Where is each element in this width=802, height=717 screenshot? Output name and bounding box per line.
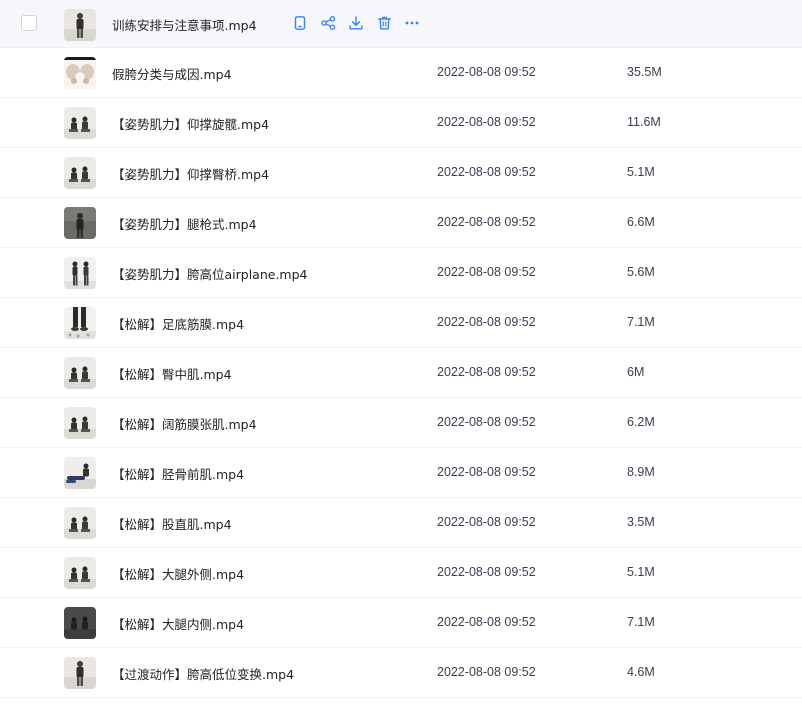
file-row[interactable]: 【姿势肌力】胯高位airplane.mp4 2022-08-08 09:52 5.6… (0, 248, 802, 298)
file-name[interactable]: 【松解】臀中肌.mp4 (112, 364, 232, 383)
video-thumbnail[interactable] (64, 307, 96, 339)
video-thumbnail[interactable] (64, 657, 96, 689)
modified-date: 2022-08-08 09:52 (437, 465, 536, 479)
file-row[interactable]: 【松解】臀中肌.mp4 2022-08-08 09:52 6M (0, 348, 802, 398)
video-thumbnail[interactable] (64, 9, 96, 41)
video-thumbnail[interactable] (64, 457, 96, 489)
file-row[interactable]: 【松解】胫骨前肌.mp4 2022-08-08 09:52 8.9M (0, 448, 802, 498)
file-name[interactable]: 【过渡动作】胯高低位变换.mp4 (112, 664, 294, 683)
file-row[interactable]: 【松解】大腿外侧.mp4 2022-08-08 09:52 5.1M (0, 548, 802, 598)
file-size: 5.1M (627, 565, 655, 579)
file-size: 6.6M (627, 215, 655, 229)
file-name[interactable]: 【松解】胫骨前肌.mp4 (112, 464, 244, 483)
file-size: 5.6M (627, 265, 655, 279)
file-name[interactable]: 训练安排与注意事项.mp4 (112, 15, 257, 34)
modified-date: 2022-08-08 09:52 (437, 265, 536, 279)
video-thumbnail[interactable] (64, 507, 96, 539)
file-name[interactable]: 【松解】大腿内侧.mp4 (112, 614, 244, 633)
modified-date: 2022-08-08 09:52 (437, 215, 536, 229)
modified-date: 2022-08-08 09:52 (437, 65, 536, 79)
file-size: 6.2M (627, 415, 655, 429)
phone-icon[interactable] (292, 14, 308, 32)
more-icon[interactable] (404, 14, 420, 32)
file-name[interactable]: 【松解】股直肌.mp4 (112, 514, 232, 533)
modified-date: 2022-08-08 09:52 (437, 615, 536, 629)
modified-date: 2022-08-08 09:52 (437, 315, 536, 329)
modified-date: 2022-08-08 09:52 (437, 415, 536, 429)
file-row[interactable]: 【松解】大腿内侧.mp4 2022-08-08 09:52 7.1M (0, 598, 802, 648)
file-list: 训练安排与注意事项.mp4 假胯分类与成因.mp4 2022-08-08 09:52… (0, 0, 802, 698)
video-thumbnail[interactable] (64, 557, 96, 589)
file-size: 6M (627, 365, 645, 379)
file-name[interactable]: 【姿势肌力】腿枪式.mp4 (112, 214, 257, 233)
file-row[interactable]: 【姿势肌力】仰撑旋髋.mp4 2022-08-08 09:52 11.6M (0, 98, 802, 148)
trash-icon[interactable] (376, 14, 392, 32)
file-name[interactable]: 假胯分类与成因.mp4 (112, 64, 232, 83)
file-name[interactable]: 【姿势肌力】仰撑臀桥.mp4 (112, 164, 269, 183)
video-thumbnail[interactable] (64, 157, 96, 189)
modified-date: 2022-08-08 09:52 (437, 665, 536, 679)
file-row[interactable]: 【过渡动作】胯高低位变换.mp4 2022-08-08 09:52 4.6M (0, 648, 802, 698)
download-icon[interactable] (348, 14, 364, 32)
file-name[interactable]: 【松解】大腿外侧.mp4 (112, 564, 244, 583)
file-size: 7.1M (627, 615, 655, 629)
file-size: 4.6M (627, 665, 655, 679)
file-name[interactable]: 【松解】足底筋膜.mp4 (112, 314, 244, 333)
video-thumbnail[interactable] (64, 257, 96, 289)
file-name[interactable]: 【姿势肌力】胯高位airplane.mp4 (112, 264, 308, 283)
file-size: 11.6M (627, 115, 661, 129)
modified-date: 2022-08-08 09:52 (437, 365, 536, 379)
row-actions (292, 14, 420, 32)
video-thumbnail[interactable] (64, 357, 96, 389)
file-size: 5.1M (627, 165, 655, 179)
file-row[interactable]: 【松解】股直肌.mp4 2022-08-08 09:52 3.5M (0, 498, 802, 548)
modified-date: 2022-08-08 09:52 (437, 115, 536, 129)
video-thumbnail[interactable] (64, 607, 96, 639)
file-row[interactable]: 【姿势肌力】仰撑臀桥.mp4 2022-08-08 09:52 5.1M (0, 148, 802, 198)
video-thumbnail[interactable] (64, 207, 96, 239)
video-thumbnail[interactable] (64, 57, 96, 89)
select-checkbox[interactable] (21, 15, 37, 31)
file-size: 3.5M (627, 515, 655, 529)
file-name[interactable]: 【姿势肌力】仰撑旋髋.mp4 (112, 114, 269, 133)
file-row[interactable]: 【姿势肌力】腿枪式.mp4 2022-08-08 09:52 6.6M (0, 198, 802, 248)
file-size: 35.5M (627, 65, 662, 79)
file-size: 8.9M (627, 465, 655, 479)
file-row[interactable]: 训练安排与注意事项.mp4 (0, 0, 802, 48)
file-row[interactable]: 【松解】足底筋膜.mp4 2022-08-08 09:52 7.1M (0, 298, 802, 348)
file-row[interactable]: 【松解】阔筋膜张肌.mp4 2022-08-08 09:52 6.2M (0, 398, 802, 448)
file-size: 7.1M (627, 315, 655, 329)
modified-date: 2022-08-08 09:52 (437, 515, 536, 529)
modified-date: 2022-08-08 09:52 (437, 565, 536, 579)
file-row[interactable]: 假胯分类与成因.mp4 2022-08-08 09:52 35.5M (0, 48, 802, 98)
share-icon[interactable] (320, 14, 336, 32)
video-thumbnail[interactable] (64, 407, 96, 439)
modified-date: 2022-08-08 09:52 (437, 165, 536, 179)
file-name[interactable]: 【松解】阔筋膜张肌.mp4 (112, 414, 257, 433)
video-thumbnail[interactable] (64, 107, 96, 139)
